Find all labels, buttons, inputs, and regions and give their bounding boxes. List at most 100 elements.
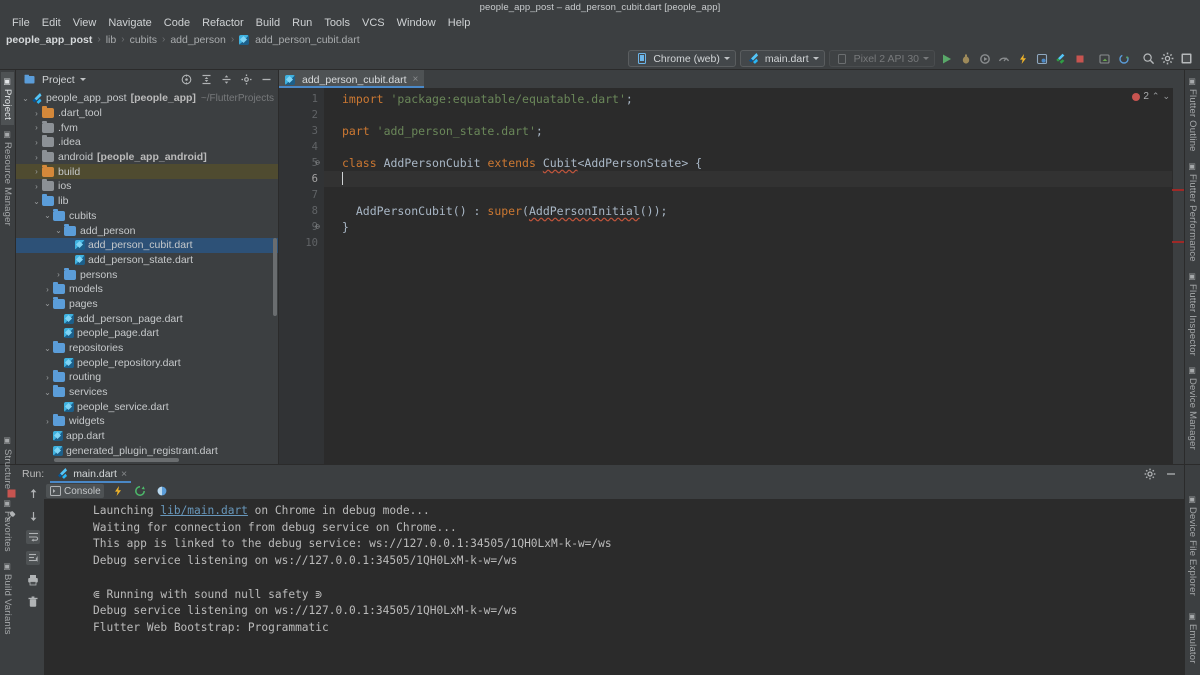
menu-item-build[interactable]: Build [250, 16, 286, 30]
stop-icon[interactable] [1072, 51, 1087, 66]
code-line[interactable] [324, 107, 1172, 123]
error-stripe-mark[interactable] [1172, 189, 1184, 191]
breadcrumb-project[interactable]: people_app_post [6, 34, 92, 46]
menu-item-edit[interactable]: Edit [36, 16, 67, 30]
hot-reload-icon[interactable] [1015, 51, 1030, 66]
code-line[interactable]: import 'package:equatable/equatable.dart… [324, 91, 1172, 107]
tree-node-generated-plugin-registrant-dart[interactable]: generated_plugin_registrant.dart [16, 444, 278, 459]
code-line[interactable]: class AddPersonCubit extends Cubit<AddPe… [324, 155, 1172, 171]
code-line[interactable] [324, 187, 1172, 203]
flutter-attach-icon[interactable] [1053, 51, 1068, 66]
close-icon[interactable]: × [413, 74, 419, 85]
line-number[interactable]: 4 [279, 139, 324, 155]
chevron-right-icon[interactable]: › [31, 167, 42, 176]
chevron-down-icon[interactable]: ⌄ [42, 211, 53, 220]
open-devtools-icon[interactable] [1034, 51, 1049, 66]
tree-node-add-person[interactable]: ⌄ add_person [16, 223, 278, 238]
tree-node--idea[interactable]: › .idea [16, 135, 278, 150]
search-everywhere-icon[interactable] [1141, 51, 1156, 66]
code-line[interactable]: AddPersonCubit() : super(AddPersonInitia… [324, 203, 1172, 219]
error-stripe-mark[interactable] [1172, 241, 1184, 243]
inspection-widget[interactable]: 2 ⌃ ⌄ [1132, 91, 1170, 102]
tree-node-models[interactable]: › models [16, 282, 278, 297]
tree-node-add-person-page-dart[interactable]: add_person_page.dart [16, 311, 278, 326]
pin-icon[interactable] [4, 508, 19, 523]
device-file-explorer-icon[interactable] [1097, 51, 1112, 66]
soft-wrap-icon[interactable] [26, 530, 40, 544]
chevron-down-icon[interactable]: ⌄ [20, 94, 31, 103]
menu-item-refactor[interactable]: Refactor [196, 16, 250, 30]
breadcrumb-file[interactable]: add_person_cubit.dart [255, 34, 360, 46]
editor-error-stripe[interactable] [1172, 88, 1184, 464]
run-with-coverage-icon[interactable] [977, 51, 992, 66]
tool-tab-device-manager[interactable]: ▣ Device Manager [1186, 361, 1199, 455]
line-number[interactable]: 1 [279, 91, 324, 107]
tree-node-lib[interactable]: ⌄ lib [16, 194, 278, 209]
code-fold-icon[interactable]: ⊖ [313, 155, 322, 171]
device-selector-combo[interactable]: Chrome (web) [628, 50, 736, 67]
breadcrumb-part-add-person[interactable]: add_person [170, 34, 225, 46]
tool-tab-project[interactable]: ▣ Project [1, 72, 14, 126]
tool-tab-device-file-explorer[interactable]: ▣ Device File Explorer [1186, 490, 1199, 601]
chevron-right-icon[interactable]: › [31, 182, 42, 191]
run-session-tab[interactable]: main.dart × [50, 465, 131, 483]
chevron-right-icon[interactable]: › [31, 109, 42, 118]
code-line[interactable]: part 'add_person_state.dart'; [324, 123, 1172, 139]
chevron-right-icon[interactable]: › [42, 285, 53, 294]
code-line[interactable]: } [324, 219, 1172, 235]
line-number[interactable]: 3 [279, 123, 324, 139]
chevron-down-icon[interactable]: ⌄ [31, 197, 42, 206]
chevron-right-icon[interactable]: › [42, 373, 53, 382]
line-number-gutter[interactable]: 1 2 3 4 5 ⊖ 6 7 8 9 ⊖ 10 [279, 88, 324, 464]
tree-node-add-person-state-dart[interactable]: add_person_state.dart [16, 253, 278, 268]
select-opened-file-icon[interactable] [179, 72, 194, 87]
menu-item-tools[interactable]: Tools [318, 16, 356, 30]
hot-reload-icon[interactable] [111, 484, 126, 499]
collapse-all-icon[interactable] [219, 72, 234, 87]
chevron-down-icon[interactable]: ⌄ [42, 344, 53, 353]
line-number[interactable]: 8 [279, 203, 324, 219]
editor-tab-add-person-cubit[interactable]: add_person_cubit.dart × [279, 70, 425, 88]
tree-node-widgets[interactable]: › widgets [16, 414, 278, 429]
close-icon[interactable]: × [121, 468, 127, 480]
tool-tab-resource-manager[interactable]: ▣ Resource Manager [1, 125, 14, 231]
code-line[interactable] [324, 139, 1172, 155]
avd-selector-combo[interactable]: Pixel 2 API 30 [828, 50, 935, 67]
settings-icon[interactable] [1142, 467, 1157, 482]
tree-horizontal-scrollbar[interactable] [54, 458, 179, 462]
tool-tab-flutter-outline[interactable]: ▣ Flutter Outline [1186, 72, 1199, 157]
tree-node-people-service-dart[interactable]: people_service.dart [16, 399, 278, 414]
menu-item-navigate[interactable]: Navigate [102, 16, 157, 30]
chevron-right-icon[interactable]: › [31, 123, 42, 132]
line-number[interactable]: 2 [279, 107, 324, 123]
tool-tab-flutter-inspector[interactable]: ▣ Flutter Inspector [1186, 267, 1199, 361]
tree-node-people-repository-dart[interactable]: people_repository.dart [16, 355, 278, 370]
clear-all-icon[interactable] [26, 594, 41, 609]
line-number[interactable]: 10 [279, 235, 324, 251]
tree-node-people-page-dart[interactable]: people_page.dart [16, 326, 278, 341]
run-icon[interactable] [939, 51, 954, 66]
chevron-down-icon[interactable]: ⌄ [53, 226, 64, 235]
breadcrumb-part-cubits[interactable]: cubits [130, 34, 157, 46]
settings-icon[interactable] [1160, 51, 1175, 66]
tree-node--dart-tool[interactable]: › .dart_tool [16, 106, 278, 121]
hide-panel-icon[interactable] [259, 72, 274, 87]
code-content[interactable]: import 'package:equatable/equatable.dart… [324, 88, 1172, 464]
expand-all-icon[interactable] [199, 72, 214, 87]
next-highlight-icon[interactable]: ⌄ [1162, 91, 1170, 102]
tree-node-people-app-post[interactable]: ⌄ people_app_post [people_app] ~/FlutterPro… [16, 91, 278, 106]
tree-node-pages[interactable]: ⌄ pages [16, 296, 278, 312]
chevron-right-icon[interactable]: › [42, 417, 53, 426]
chevron-down-icon[interactable]: ⌄ [42, 388, 53, 397]
tree-node-persons[interactable]: › persons [16, 267, 278, 282]
tree-node-app-dart[interactable]: app.dart [16, 429, 278, 444]
project-tree[interactable]: ⌄ people_app_post [people_app] ~/FlutterPro… [16, 89, 278, 464]
line-number[interactable]: 6 [279, 171, 324, 187]
code-line[interactable] [324, 171, 1172, 187]
tree-node-repositories[interactable]: ⌄ repositories [16, 341, 278, 356]
tree-node-add-person-cubit-dart[interactable]: add_person_cubit.dart [16, 237, 278, 253]
scroll-down-icon[interactable] [26, 508, 41, 523]
code-line[interactable] [324, 235, 1172, 251]
line-number[interactable]: 7 [279, 187, 324, 203]
tree-node-build[interactable]: › build [16, 164, 278, 180]
